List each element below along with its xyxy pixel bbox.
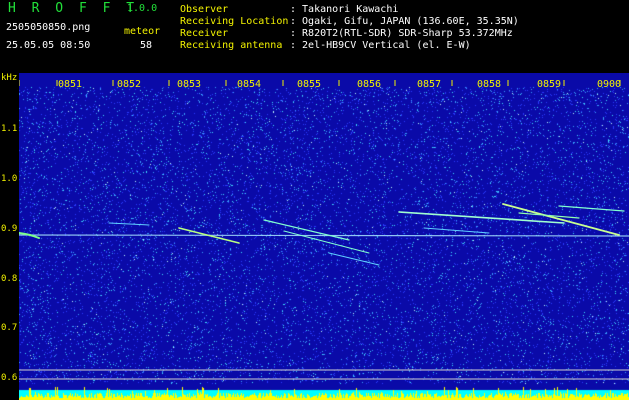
location-label: Receiving Location	[180, 16, 289, 27]
app-version: 1.0.0	[127, 3, 158, 14]
y-axis-panel	[0, 73, 19, 400]
spectrogram-overlay	[19, 80, 629, 380]
capture-filename: 2505050850.png	[6, 22, 91, 33]
location-value: : Ogaki, Gifu, JAPAN (136.60E, 35.35N)	[290, 16, 519, 27]
y-tick-1-1: 1.1	[1, 124, 18, 134]
y-tick-0-8: 0.8	[1, 274, 18, 284]
receiver-label: Receiver	[180, 28, 229, 39]
meteor-trace	[328, 252, 380, 266]
meteor-trace	[558, 205, 625, 212]
app-logo: H R O F F T	[8, 1, 139, 16]
x-tick-0900: 0900	[597, 79, 622, 90]
spectrogram	[19, 73, 629, 400]
carrier-trace	[19, 234, 629, 237]
header-panel: H R O F F T 1.0.0 2505050850.png meteor …	[0, 0, 629, 73]
receiver-value: : R820T2(RTL-SDR) SDR-Sharp 53.372MHz	[290, 28, 513, 39]
y-tick-0-9: 0.9	[1, 224, 18, 234]
meteor-label: meteor	[124, 26, 161, 37]
x-tick-0854: 0854	[237, 79, 262, 90]
observer-label: Observer	[180, 4, 229, 15]
y-axis-unit: kHz	[1, 73, 18, 83]
y-tick-0-6: 0.6	[1, 373, 18, 383]
y-tick-0-7: 0.7	[1, 323, 18, 333]
y-tick-1-0: 1.0	[1, 174, 18, 184]
meteor-trace	[518, 212, 580, 219]
x-tick-0856: 0856	[357, 79, 382, 90]
meteor-trace	[108, 222, 150, 226]
x-tick-0855: 0855	[297, 79, 322, 90]
x-tick-0858: 0858	[477, 79, 502, 90]
observer-value: : Takanori Kawachi	[290, 4, 399, 15]
x-tick-0853: 0853	[177, 79, 202, 90]
x-tick-0852: 0852	[117, 79, 142, 90]
x-tick-0851: 0851	[58, 79, 83, 90]
capture-datetime: 25.05.05 08:50	[6, 40, 91, 51]
x-tick-0857: 0857	[417, 79, 442, 90]
x-tick-0859: 0859	[537, 79, 562, 90]
antenna-value: : 2el-HB9CV Vertical (el. E-W)	[290, 40, 471, 51]
meteor-trace	[423, 227, 490, 234]
antenna-label: Receiving antenna	[180, 40, 283, 51]
meteor-count: 58	[140, 40, 153, 51]
